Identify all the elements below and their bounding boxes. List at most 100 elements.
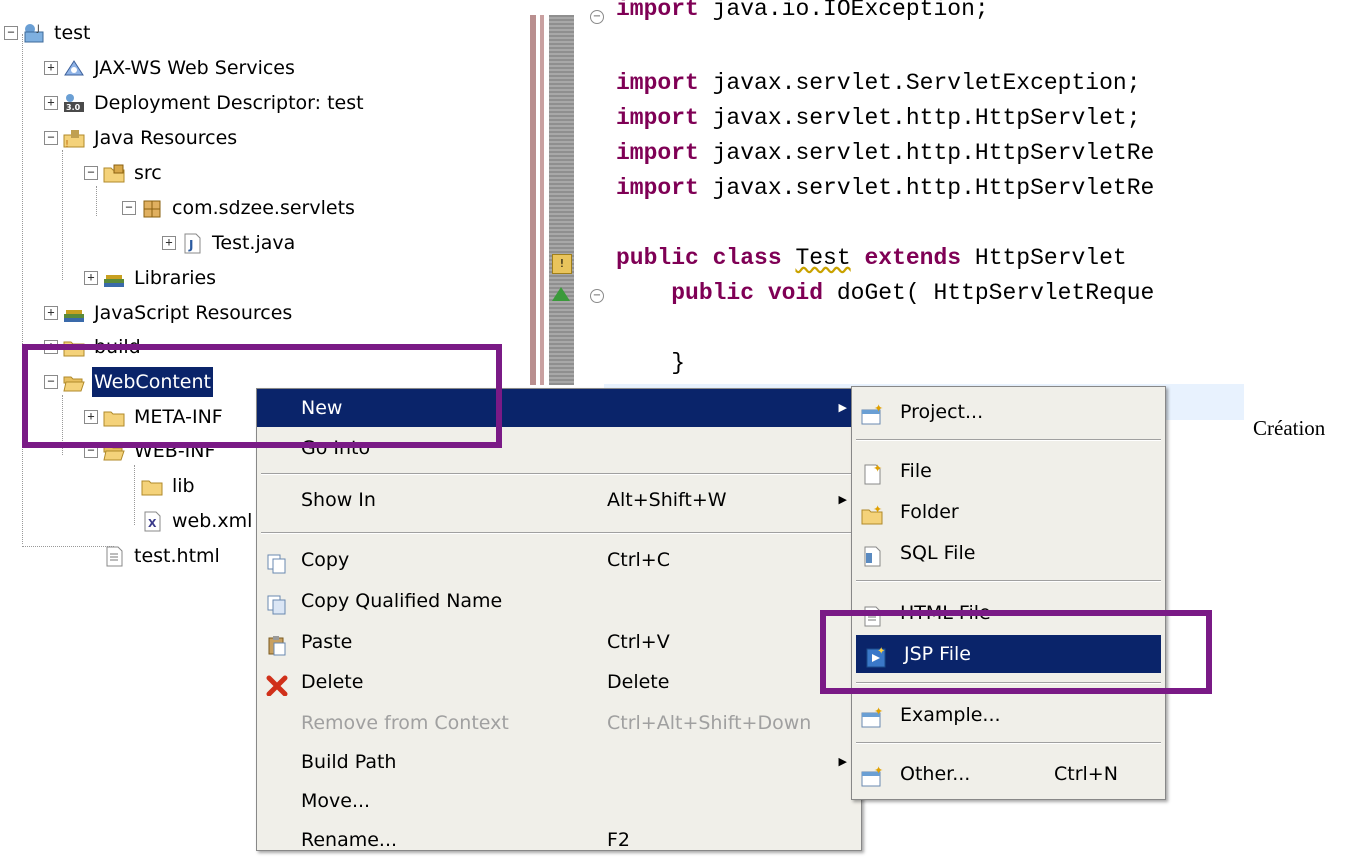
collapse-icon[interactable]: −: [122, 201, 136, 215]
tree-item[interactable]: Xweb.xml: [122, 506, 254, 536]
tree-item[interactable]: − com.sdzee.servlets: [122, 193, 357, 223]
menu-item-paste[interactable]: Paste Ctrl+V: [257, 623, 861, 661]
package-icon: [140, 197, 166, 219]
new-project-icon: ✦: [860, 401, 884, 425]
code-token: import: [616, 140, 713, 166]
menu-item-show-in[interactable]: Show In Alt+Shift+W ▶: [257, 481, 861, 519]
tree-item[interactable]: − src: [84, 158, 164, 188]
tree-item-label: src: [134, 162, 162, 184]
menu-separator: [261, 473, 857, 475]
menu-item-shortcut: Ctrl+N: [1054, 763, 1118, 785]
code-token: javax.servlet.http.HttpServletRe: [712, 175, 1155, 201]
code-token: extends: [864, 245, 975, 271]
editor-gutter: − ! −: [552, 0, 604, 400]
expand-icon[interactable]: +: [44, 96, 58, 110]
menu-item-label: Move...: [301, 790, 371, 812]
code-line: public class Test extends HttpServlet: [616, 245, 1141, 271]
code-token: import: [616, 105, 713, 131]
menu-item-copy[interactable]: Copy Ctrl+C: [257, 541, 861, 579]
tree-item[interactable]: − Jtest: [4, 18, 93, 48]
fold-collapse-icon[interactable]: −: [590, 289, 604, 303]
collapse-icon[interactable]: −: [44, 131, 58, 145]
menu-item-label: Copy Qualified Name: [301, 590, 503, 612]
code-token: javax.servlet.ServletException;: [712, 70, 1141, 96]
menu-item-label: Example...: [900, 704, 1001, 726]
code-token: Test: [795, 245, 851, 271]
svg-text:✦: ✦: [874, 404, 883, 415]
view-sash[interactable]: [530, 15, 536, 385]
menu-item-delete[interactable]: Delete Delete: [257, 663, 861, 701]
fold-collapse-icon[interactable]: −: [590, 10, 604, 24]
tree-item[interactable]: + JAX-WS Web Services: [44, 53, 297, 83]
svg-text:J: J: [36, 24, 40, 34]
annotation-box-jsp-file: [820, 610, 1212, 694]
copy-icon: [265, 549, 289, 574]
expand-icon[interactable]: +: [44, 61, 58, 75]
menu-item-label: Build Path: [301, 751, 397, 773]
submenu-item-project[interactable]: ✦ Project...: [852, 393, 1165, 431]
submenu-item-file[interactable]: ✦ File: [852, 452, 1165, 490]
tree-item[interactable]: lib: [122, 471, 197, 501]
tree-item-label: test: [54, 22, 91, 44]
example-icon: ✦: [860, 704, 884, 728]
tree-item[interactable]: + JavaScript Resources: [44, 298, 294, 328]
code-token: doGet( HttpServletReque: [836, 280, 1155, 306]
new-folder-icon: ✦: [860, 501, 884, 525]
svg-text:X: X: [148, 517, 157, 530]
tree-item[interactable]: −! Java Resources: [44, 123, 239, 153]
code-token: javax.servlet.http.HttpServletRe: [712, 140, 1155, 166]
svg-text:J: J: [188, 238, 193, 252]
submenu-item-sql-file[interactable]: SQL File: [852, 534, 1165, 572]
menu-item-shortcut: F2: [607, 829, 631, 851]
submenu-item-folder[interactable]: ✦ Folder: [852, 493, 1165, 531]
java-file-icon: J: [180, 232, 206, 254]
new-submenu: ✦ Project... ✦ File ✦ Folder SQL File HTML File…: [851, 386, 1166, 800]
menu-item-copy-qualified-name[interactable]: Copy Qualified Name: [257, 582, 861, 620]
code-token: javax.servlet.http.HttpServlet;: [712, 105, 1141, 131]
menu-separator: [856, 439, 1161, 441]
expand-icon[interactable]: +: [84, 271, 98, 285]
override-marker-icon[interactable]: [552, 287, 570, 301]
libraries-icon: [102, 267, 128, 289]
expand-icon[interactable]: +: [162, 236, 176, 250]
tree-item[interactable]: +3.0 Deployment Descriptor: test: [44, 88, 366, 118]
menu-item-shortcut: Ctrl+Alt+Shift+Down: [607, 712, 812, 734]
code-line: import javax.servlet.http.HttpServletRe: [616, 140, 1154, 166]
code-token: }: [616, 350, 686, 376]
collapse-icon[interactable]: −: [4, 26, 18, 40]
code-token: HttpServlet: [974, 245, 1141, 271]
folder-icon: [140, 475, 166, 497]
view-sash-shadow: [540, 15, 544, 385]
tree-item[interactable]: + J Test.java: [162, 228, 297, 258]
submenu-item-other[interactable]: ✦ Other... Ctrl+N: [852, 755, 1165, 793]
overview-ruler[interactable]: [549, 15, 574, 385]
tree-item-label: Test.java: [212, 232, 296, 254]
collapse-icon[interactable]: −: [84, 166, 98, 180]
tree-item-label: JavaScript Resources: [94, 302, 293, 324]
menu-item-label: Other...: [900, 763, 971, 785]
menu-item-rename[interactable]: Rename... F2: [257, 821, 861, 859]
tree-item-label: web.xml: [172, 510, 253, 532]
code-token: import: [616, 70, 713, 96]
html-file-icon: [102, 545, 128, 567]
code-line: import javax.servlet.http.HttpServlet;: [616, 105, 1141, 131]
new-file-icon: ✦: [860, 460, 884, 485]
tree-item[interactable]: + Libraries: [84, 263, 218, 293]
sql-file-icon: [860, 542, 884, 567]
menu-item-label: Paste: [301, 631, 353, 653]
menu-item-move[interactable]: Move...: [257, 782, 861, 820]
tree-item-label: Deployment Descriptor: test: [94, 92, 364, 114]
code-editor[interactable]: import java.io.IOException; import javax.…: [604, 0, 1244, 388]
menu-item-remove-from-context: Remove from Context Ctrl+Alt+Shift+Down: [257, 704, 861, 742]
menu-item-label: Remove from Context: [301, 712, 509, 734]
menu-item-shortcut: Ctrl+C: [607, 549, 670, 571]
warning-marker-icon[interactable]: !: [552, 254, 572, 274]
deployment-descriptor-icon: 3.0: [62, 92, 88, 114]
tree-item-label: test.html: [134, 545, 220, 567]
tree-item[interactable]: test.html: [84, 541, 222, 571]
tree-item-label: JAX-WS Web Services: [94, 57, 295, 79]
menu-item-build-path[interactable]: Build Path ▶: [257, 743, 861, 781]
svg-text:✦: ✦: [874, 707, 883, 718]
expand-icon[interactable]: +: [44, 306, 58, 320]
submenu-item-example[interactable]: ✦ Example...: [852, 696, 1165, 734]
